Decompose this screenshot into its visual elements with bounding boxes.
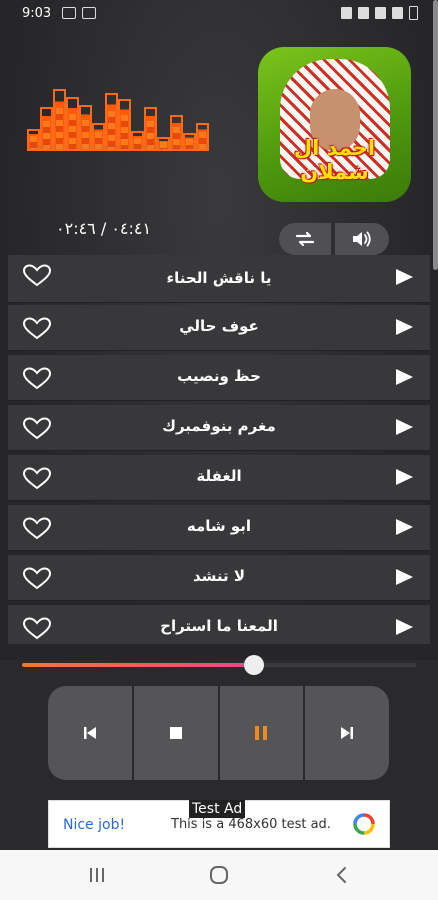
track-title: مغرم بنوفمبرك [162, 417, 276, 435]
back-button[interactable] [322, 862, 362, 888]
seek-thumb[interactable] [244, 655, 265, 675]
gallery-icon [62, 7, 76, 19]
previous-button[interactable] [48, 686, 132, 780]
play-icon[interactable] [396, 519, 413, 535]
signal-2-icon [392, 7, 403, 19]
repeat-icon [295, 231, 315, 247]
playlist[interactable]: يا ناقش الحناء عوف حالي حظ ونصيب مغرم بن… [8, 255, 430, 644]
track-row[interactable]: ابو شامه [8, 505, 430, 551]
track-row[interactable]: لا تنشد [8, 555, 430, 601]
play-icon[interactable] [396, 619, 413, 635]
play-icon[interactable] [396, 569, 413, 585]
pause-button[interactable] [219, 686, 304, 780]
eq-bar [40, 107, 53, 151]
back-icon [336, 867, 346, 883]
eq-bar [131, 131, 144, 151]
battery-icon [409, 6, 418, 20]
playback-controls [48, 686, 389, 780]
navigation-bar [0, 850, 438, 900]
eq-bar [53, 89, 66, 151]
eq-bar [27, 129, 40, 151]
recents-icon [90, 868, 104, 882]
status-bar: 9:03 [0, 0, 438, 28]
time-display: ٠٤:٤١ / ٠٢:٤٦ [56, 219, 152, 238]
play-icon[interactable] [396, 269, 413, 285]
track-row[interactable]: مغرم بنوفمبرك [8, 405, 430, 451]
heart-icon[interactable] [21, 316, 53, 340]
track-title: ابو شامه [186, 517, 252, 535]
home-icon [210, 866, 228, 884]
previous-icon [83, 727, 96, 739]
play-icon[interactable] [396, 319, 413, 335]
track-title: لا تنشد [192, 567, 246, 585]
eq-bar [105, 93, 118, 151]
track-row[interactable]: يا ناقش الحناء [8, 255, 430, 303]
eq-bar [183, 133, 196, 151]
heart-icon[interactable] [21, 416, 53, 440]
home-button[interactable] [199, 862, 239, 888]
status-time: 9:03 [22, 6, 52, 21]
eq-bar [92, 123, 105, 151]
equalizer-visual [27, 89, 211, 151]
ad-nice-text: Nice job! [63, 817, 126, 833]
eq-bar [144, 107, 157, 151]
seek-progress [22, 663, 255, 667]
seek-bar[interactable] [22, 655, 416, 675]
eq-bar [79, 105, 92, 151]
track-row[interactable]: الغفلة [8, 455, 430, 501]
album-caption: احمد ال شملان [293, 136, 376, 184]
heart-icon[interactable] [21, 366, 53, 390]
volume-button[interactable] [335, 223, 389, 255]
play-icon[interactable] [396, 419, 413, 435]
ad-label: Test Ad [189, 800, 246, 818]
play-icon[interactable] [396, 469, 413, 485]
stop-button[interactable] [133, 686, 218, 780]
eq-bar [66, 97, 79, 151]
track-title: يا ناقش الحناء [166, 269, 272, 287]
recents-button[interactable] [77, 862, 117, 888]
ad-logo-icon [353, 813, 375, 835]
play-icon[interactable] [396, 369, 413, 385]
track-row[interactable]: المعنا ما استراح [8, 605, 430, 644]
photo-icon [82, 7, 96, 19]
repeat-button[interactable] [279, 223, 331, 255]
status-icons [341, 6, 418, 20]
heart-icon[interactable] [21, 263, 53, 287]
ad-body-text: This is a 468x60 test ad. [171, 817, 331, 832]
eq-bar [196, 123, 209, 151]
album-art: احمد ال شملان [258, 47, 411, 202]
volume-icon [353, 231, 371, 247]
signal-icon [375, 7, 386, 19]
wifi-icon [358, 7, 369, 19]
next-button[interactable] [305, 686, 389, 780]
track-title: حظ ونصيب [177, 367, 261, 385]
heart-icon[interactable] [21, 516, 53, 540]
heart-icon[interactable] [21, 466, 53, 490]
track-row[interactable]: حظ ونصيب [8, 355, 430, 401]
eq-bar [157, 137, 170, 151]
heart-icon[interactable] [21, 616, 53, 640]
scrollbar[interactable] [433, 0, 438, 270]
heart-icon[interactable] [21, 566, 53, 590]
eq-bar [118, 99, 131, 151]
track-title: المعنا ما استراح [160, 617, 278, 635]
track-row[interactable]: عوف حالي [8, 305, 430, 351]
next-icon [341, 727, 354, 739]
eq-bar [170, 115, 183, 151]
track-title: عوف حالي [179, 317, 259, 335]
pause-icon [255, 726, 268, 740]
stop-icon [169, 727, 182, 739]
mute-icon [341, 7, 352, 19]
track-title: الغفلة [196, 467, 242, 485]
